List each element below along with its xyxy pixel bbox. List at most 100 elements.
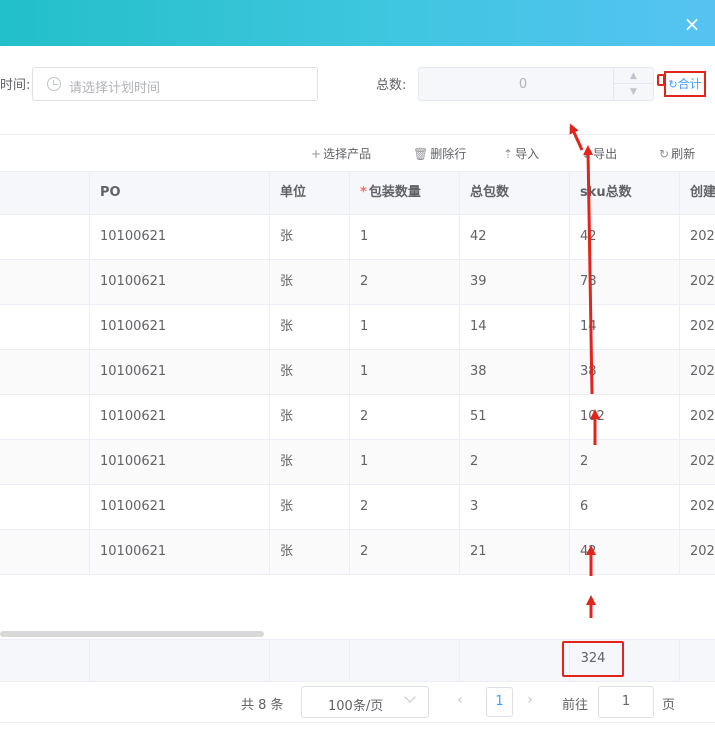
table-header: PO 单位 * 包装数量 总包数 sku总数 创建 <box>0 171 715 215</box>
number-stepper[interactable]: ▲ ▼ <box>613 68 653 100</box>
summary-cell <box>459 640 569 682</box>
column-header-sku-total: sku总数 <box>569 172 679 215</box>
table-row[interactable]: 10100621 张 2 39 78 202 <box>0 260 715 305</box>
cell-pack-qty: 1 <box>349 440 459 484</box>
table-row[interactable]: 10100621 张 2 3 6 202 <box>0 485 715 530</box>
cell-total-packs: 14 <box>459 305 569 349</box>
goto-page-input[interactable]: 1 <box>598 686 654 718</box>
clock-icon <box>47 77 61 91</box>
table-row[interactable]: 10100621 张 1 14 14 202 <box>0 305 715 350</box>
cell-created: 202 <box>679 440 715 484</box>
refresh-label: 刷新 <box>671 147 696 161</box>
table-row[interactable]: 10100621 张 2 51 102 202 <box>0 395 715 440</box>
total-label: 总数: <box>376 78 407 93</box>
cell-created: 202 <box>679 350 715 394</box>
cell-unit: 张 <box>269 530 349 574</box>
sum-button-label: 合计 <box>677 77 702 91</box>
refresh-icon: ↻ <box>659 147 670 161</box>
column-header-po: PO <box>89 172 269 215</box>
import-button[interactable]: ⇡ 导入 <box>503 145 539 162</box>
cell-hidden <box>0 305 89 349</box>
summary-cell <box>679 640 715 682</box>
cell-sku-total: 6 <box>569 485 679 529</box>
select-product-button[interactable]: + 选择产品 <box>311 145 371 162</box>
cell-pack-qty: 1 <box>349 215 459 259</box>
column-header-hidden <box>0 172 89 215</box>
cell-sku-total: 38 <box>569 350 679 394</box>
plus-icon: + <box>311 147 322 161</box>
next-page-icon[interactable]: › <box>523 692 537 708</box>
cell-sku-total: 2 <box>569 440 679 484</box>
prev-page-icon[interactable]: ‹ <box>453 692 467 708</box>
cell-hidden <box>0 215 89 259</box>
form-row: 时间: 请选择计划时间 总数: 0 ▲ ▼ ↻合计 <box>0 46 715 134</box>
pagination-total: 共 8 条 <box>241 698 284 713</box>
cell-created: 202 <box>679 485 715 529</box>
refresh-icon: ↻ <box>668 78 678 91</box>
cell-created: 202 <box>679 305 715 349</box>
table-row[interactable]: 10100621 张 1 2 2 202 <box>0 440 715 485</box>
cell-hidden <box>0 485 89 529</box>
required-marker: * <box>360 185 367 200</box>
page-size-select[interactable]: 100条/页 <box>301 686 429 718</box>
plan-time-input[interactable]: 请选择计划时间 <box>32 67 318 101</box>
cell-unit: 张 <box>269 260 349 304</box>
cell-hidden <box>0 395 89 439</box>
close-icon[interactable]: × <box>681 13 703 35</box>
cell-hidden <box>0 260 89 304</box>
column-header-unit: 单位 <box>269 172 349 215</box>
cell-hidden <box>0 530 89 574</box>
plan-time-placeholder: 请选择计划时间 <box>69 81 161 96</box>
page-suffix: 页 <box>662 698 676 713</box>
cell-total-packs: 38 <box>459 350 569 394</box>
delete-row-button[interactable]: 🗑 删除行 <box>413 145 466 162</box>
column-header-total-packs: 总包数 <box>459 172 569 215</box>
cell-sku-total: 102 <box>569 395 679 439</box>
cell-pack-qty: 1 <box>349 305 459 349</box>
cell-hidden <box>0 440 89 484</box>
select-product-label: 选择产品 <box>323 147 372 161</box>
chevron-down-icon <box>404 691 416 703</box>
trash-icon: 🗑 <box>413 147 429 161</box>
refresh-button[interactable]: ↻ 刷新 <box>659 145 695 162</box>
stepper-down-icon[interactable]: ▼ <box>614 84 653 100</box>
cell-pack-qty: 2 <box>349 395 459 439</box>
cell-unit: 张 <box>269 485 349 529</box>
cell-unit: 张 <box>269 350 349 394</box>
cell-po: 10100621 <box>89 215 269 259</box>
divider <box>0 722 715 723</box>
cell-total-packs: 3 <box>459 485 569 529</box>
total-number-input[interactable]: 0 ▲ ▼ <box>418 67 654 101</box>
summary-cell <box>269 640 349 682</box>
table-row[interactable]: 10100621 张 1 38 38 202 <box>0 350 715 395</box>
cell-pack-qty: 1 <box>349 350 459 394</box>
cell-hidden <box>0 350 89 394</box>
export-label: 导出 <box>593 147 618 161</box>
cell-sku-total: 42 <box>569 215 679 259</box>
export-button[interactable]: ⇣ 导出 <box>581 145 617 162</box>
cell-po: 10100621 <box>89 440 269 484</box>
cell-sku-total: 14 <box>569 305 679 349</box>
cell-pack-qty: 2 <box>349 530 459 574</box>
sum-button[interactable]: ↻合计 <box>664 71 706 97</box>
cell-sku-total: 78 <box>569 260 679 304</box>
column-header-pack-qty: * 包装数量 <box>349 172 459 215</box>
cell-pack-qty: 2 <box>349 260 459 304</box>
cell-unit: 张 <box>269 305 349 349</box>
cell-created: 202 <box>679 260 715 304</box>
sku-sum-value: 324 <box>562 641 624 677</box>
column-header-pack-qty-label: 包装数量 <box>368 185 421 200</box>
horizontal-scrollbar[interactable] <box>0 631 264 637</box>
table-row[interactable]: 10100621 张 1 42 42 202 <box>0 215 715 260</box>
cell-po: 10100621 <box>89 530 269 574</box>
cell-po: 10100621 <box>89 305 269 349</box>
cell-po: 10100621 <box>89 260 269 304</box>
upload-icon: ⇡ <box>503 147 514 161</box>
plan-time-label: 时间: <box>0 78 31 93</box>
current-page-button[interactable]: 1 <box>486 687 513 717</box>
table-toolbar: + 选择产品 🗑 删除行 ⇡ 导入 ⇣ 导出 ↻ 刷新 <box>0 135 715 171</box>
stepper-up-icon[interactable]: ▲ <box>614 68 653 84</box>
cell-unit: 张 <box>269 215 349 259</box>
cell-created: 202 <box>679 395 715 439</box>
table-row[interactable]: 10100621 张 2 21 42 202 <box>0 530 715 575</box>
